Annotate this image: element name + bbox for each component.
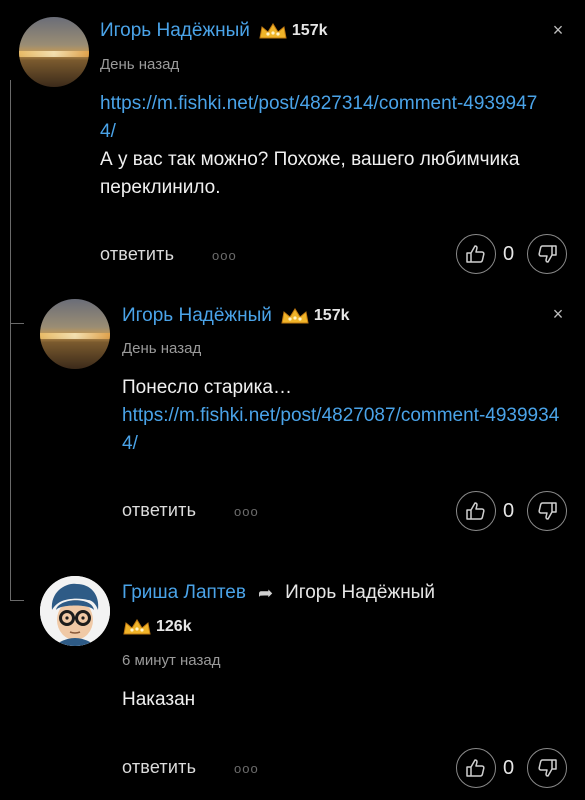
more-options[interactable]: ooo [234,504,259,519]
like-button[interactable] [456,491,496,531]
rating-value: 126k [156,618,192,635]
more-options[interactable]: ooo [234,761,259,776]
dislike-button[interactable] [527,234,567,274]
thumbs-down-icon [538,245,557,263]
reply-arrow-icon: ➦ [257,582,274,603]
more-options[interactable]: ooo [212,248,237,263]
close-icon[interactable]: × [548,304,568,324]
vote-score: 0 [503,757,515,779]
vote-score: 0 [503,243,515,265]
thumbs-down-icon [538,759,557,777]
thread-branch [10,600,24,601]
cartoon-face-icon [40,576,110,646]
crown-icon [259,23,287,39]
comment-text: Понесло старика… [122,377,292,398]
comment-header: Гриша Лаптев ➦ Игорь Надёжный [122,582,435,604]
crown-icon [123,619,151,635]
reply-button[interactable]: ответить [122,757,196,778]
comment-time: 6 минут назад [122,652,221,669]
rating-value: 157k [291,22,328,39]
comment-header: Игорь Надёжный 157k [122,305,350,327]
comment-body: Наказан [122,686,562,714]
comment-header: Игорь Надёжный 157k [100,20,328,42]
author-name[interactable]: Гриша Лаптев [122,582,246,604]
thumbs-up-icon [466,502,485,520]
comment-body: Понесло старика… https://m.fishki.net/po… [122,374,562,458]
vote-score: 0 [503,500,515,522]
dislike-button[interactable] [527,748,567,788]
comment-text: Наказан [122,689,196,710]
comment-time: День назад [100,56,180,73]
rating: 126k [122,618,192,636]
author-name[interactable]: Игорь Надёжный [122,305,272,327]
reply-button[interactable]: ответить [122,500,196,521]
thumbs-up-icon [466,245,485,263]
rating-row: 126k [122,618,192,636]
thumbs-up-icon [466,759,485,777]
avatar[interactable] [19,17,89,87]
rating: 157k [258,22,328,40]
rating: 157k [280,307,350,325]
thumbs-down-icon [538,502,557,520]
like-button[interactable] [456,748,496,788]
reply-button[interactable]: ответить [100,244,174,265]
comment-time: День назад [122,340,202,357]
close-icon[interactable]: × [548,20,568,40]
author-name[interactable]: Игорь Надёжный [100,20,250,42]
like-button[interactable] [456,234,496,274]
comment-link[interactable]: https://m.fishki.net/post/4827087/commen… [122,405,559,454]
avatar[interactable] [40,576,110,646]
comment-body: https://m.fishki.net/post/4827314/commen… [100,90,540,202]
rating-value: 157k [313,307,350,324]
comment-text: А у вас так можно? Похоже, вашего любимч… [100,149,520,198]
comment-link[interactable]: https://m.fishki.net/post/4827314/commen… [100,93,537,142]
dislike-button[interactable] [527,491,567,531]
crown-icon [281,308,309,324]
reply-to-name[interactable]: Игорь Надёжный [285,582,435,604]
avatar[interactable] [40,299,110,369]
thread-branch [10,323,24,324]
